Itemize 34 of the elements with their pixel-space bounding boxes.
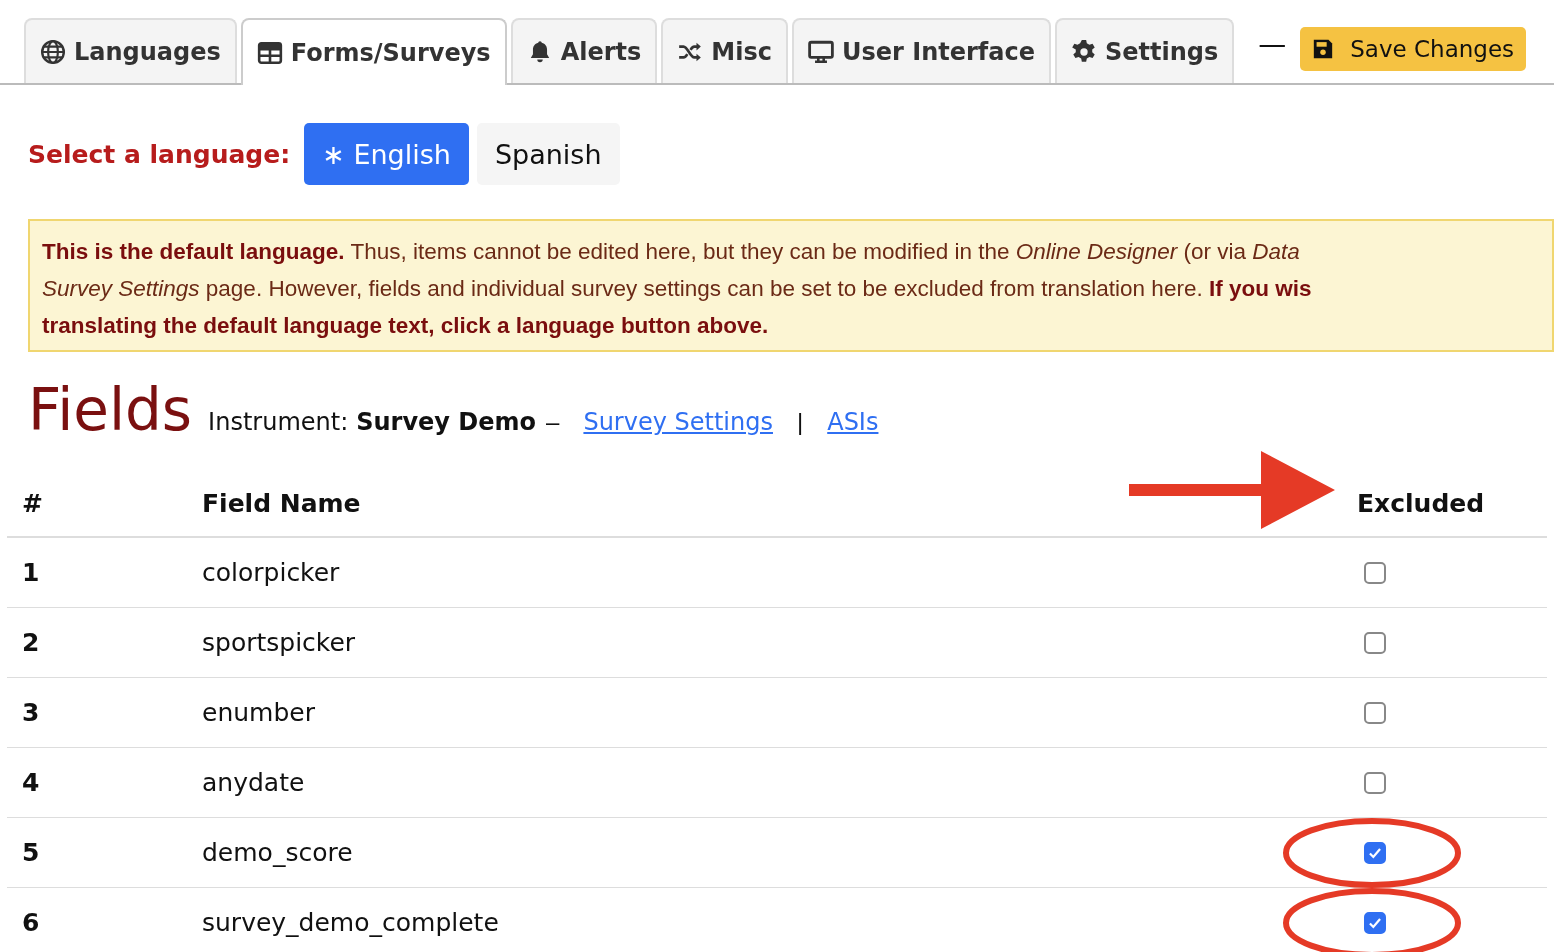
- instrument-label: Instrument:: [208, 408, 349, 436]
- tab[interactable]: Alerts: [510, 18, 658, 83]
- table-cell-text: survey_demo_complete: [202, 908, 500, 937]
- tab[interactable]: Misc: [661, 18, 788, 83]
- tab[interactable]: Settings: [1054, 18, 1235, 83]
- table-cell-text: 6: [21, 908, 41, 937]
- table-cell-text: sportspicker: [202, 628, 357, 657]
- separator-dash: —: [1258, 28, 1287, 61]
- language-button[interactable]: Spanish: [476, 123, 620, 185]
- table-cell-text: 1: [21, 558, 41, 587]
- table-cell-text: colorpicker: [202, 558, 341, 587]
- link[interactable]: ASIs: [827, 408, 879, 436]
- language-label: Select a language:: [28, 139, 291, 169]
- table-cell-text: enumber: [202, 698, 316, 727]
- language-button[interactable]: ∗ English: [304, 123, 469, 185]
- notice-text: This is the default language. Thus, items cannot be edited here, but they can be modified in the Online Designer (or via Data Survey Settings page. However, fields and individual survey settings can be set to be excluded from translation here. If you wis translating the default language text, click a language button above.: [42, 238, 1313, 340]
- table-cell-text: demo_score: [202, 838, 354, 867]
- table-cell-text: anydate: [202, 768, 306, 797]
- tab[interactable]: User Interface: [791, 18, 1051, 83]
- tab[interactable]: Languages: [24, 18, 237, 83]
- link-separator: |: [797, 408, 804, 436]
- table-cell-text: 3: [21, 698, 41, 727]
- table-cell-text: 4: [21, 768, 41, 797]
- section-title: Fields: [28, 376, 193, 444]
- table-cell-text: 2: [21, 628, 41, 657]
- table-cell-text: 5: [21, 838, 41, 867]
- tab[interactable]: Forms/Surveys: [240, 18, 507, 85]
- column-header: Excluded: [1357, 488, 1547, 518]
- link[interactable]: Survey Settings: [583, 408, 773, 436]
- instrument-name: Survey Demo: [356, 408, 537, 436]
- column-header: Field Name: [202, 488, 362, 518]
- save-button[interactable]: Save Changes: [1300, 27, 1527, 71]
- column-header: #: [21, 488, 44, 518]
- dash: –: [546, 408, 560, 436]
